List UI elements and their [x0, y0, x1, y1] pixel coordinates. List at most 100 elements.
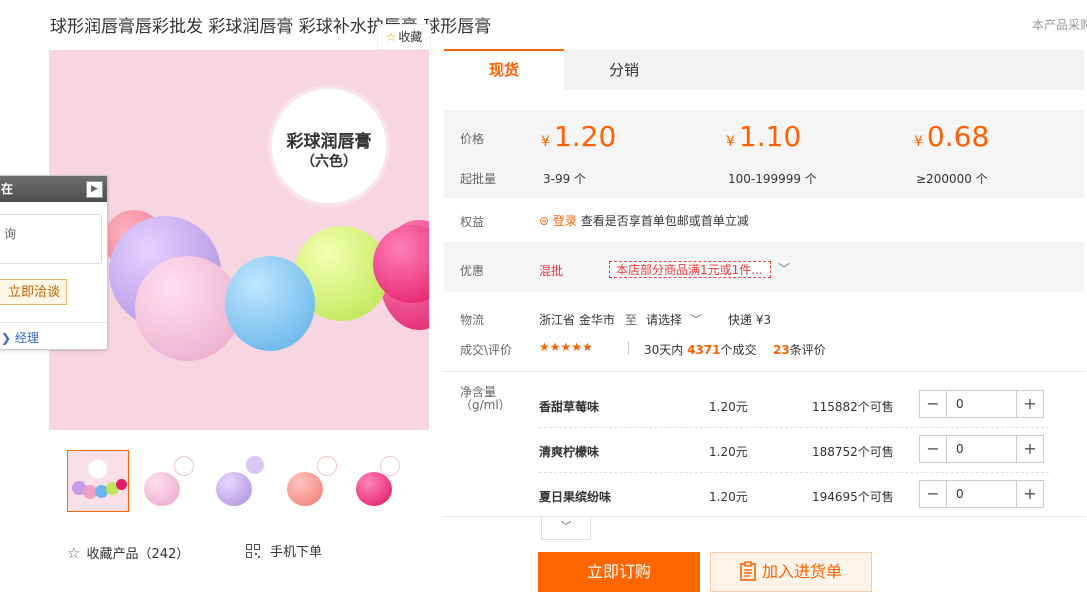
chevron-down-icon: ﹀ [560, 520, 572, 533]
tab-in-stock[interactable]: 现货 [444, 49, 564, 90]
chat-message-box[interactable]: 询 [0, 214, 102, 264]
star-icon: ☆ [385, 30, 397, 44]
chevron-down-icon: ﹀ [690, 313, 703, 327]
sku-name: 清爽柠檬味 [539, 445, 600, 459]
quantity-input[interactable]: 0 [956, 487, 964, 501]
chat-box-text: 询 [4, 227, 17, 241]
chevron-down-icon[interactable]: ﹀ [778, 260, 790, 277]
qr-code-icon [246, 544, 260, 558]
promo-type: 混批 [539, 264, 564, 278]
person-icon: ❯ [1, 331, 15, 345]
minus-button[interactable]: − [920, 391, 947, 417]
thumb-ball [88, 459, 108, 479]
reviews-count: 23 [773, 343, 790, 357]
sku-name: 夏日果缤纷味 [539, 490, 612, 504]
tier-3-qty: ≥200000 个 [916, 172, 988, 186]
favorite-product-link[interactable]: ☆ 收藏产品（242） [67, 543, 189, 562]
spec-label: 净含量 （g/ml） [460, 385, 511, 412]
logistics-to: 至 [625, 313, 638, 327]
currency-symbol: ¥ [726, 134, 735, 150]
thumb-ball [356, 472, 392, 506]
lip-balm-ball-pink [135, 256, 240, 361]
add-to-cart-label: 加入进货单 [761, 562, 842, 581]
image-badge: 彩球润唇膏 （六色） [271, 88, 387, 204]
thumbnail-2[interactable] [138, 450, 198, 510]
lip-balm-ball-blue [225, 256, 315, 351]
sku-price: 1.20元 [709, 400, 748, 414]
coupon-icon: ⊜ [539, 214, 550, 228]
benefit-row: ⊜ 登录 查看是否享首单包邮或首单立减 [539, 212, 749, 229]
reviews-link[interactable]: 23条评价 [773, 341, 826, 358]
quantity-input[interactable]: 0 [956, 442, 964, 456]
clipboard-icon [740, 561, 756, 581]
star-icon: ☆ [67, 544, 81, 562]
divider [0, 322, 107, 323]
tab-distribution[interactable]: 分销 [564, 50, 684, 90]
buy-now-button[interactable]: 立即订购 [538, 552, 700, 592]
rating-stars: ★★★★★ [539, 340, 593, 354]
destination-select[interactable]: 请选择 ﹀ [646, 311, 702, 328]
manager-label: 经理 [14, 331, 39, 345]
minus-button[interactable]: − [920, 436, 947, 462]
sku-stock: 194695个可售 [812, 490, 894, 504]
divider [444, 516, 1084, 517]
logistics-label: 物流 [460, 313, 485, 327]
sku-name: 香甜草莓味 [539, 400, 600, 414]
thumb-ball [287, 472, 323, 506]
quantity-input[interactable]: 0 [956, 397, 964, 411]
thumbnail-1[interactable] [67, 450, 129, 512]
tier-3-price-value: 0.68 [926, 120, 990, 153]
plus-button[interactable]: + [1016, 436, 1043, 462]
sku-price: 1.20元 [709, 490, 748, 504]
minus-button[interactable]: − [920, 481, 947, 507]
thumbnail-4[interactable] [281, 450, 341, 510]
manager-link[interactable]: ❯ 经理 [1, 329, 39, 346]
promo-tag[interactable]: 本店部分商品满1元或1件... [609, 261, 771, 278]
thumbnail-5[interactable] [352, 450, 412, 510]
sku-stock: 188752个可售 [812, 445, 894, 459]
thumb-ball [216, 472, 252, 506]
thumb-ball [144, 472, 180, 506]
plus-button[interactable]: + [1016, 391, 1043, 417]
shipping-fee: 快递 ¥3 [728, 313, 772, 327]
promo-label: 优惠 [460, 264, 485, 278]
mobile-order-link[interactable]: 手机下单 [246, 541, 322, 560]
tier-2-price-value: 1.10 [738, 120, 802, 153]
expand-more-button[interactable]: ﹀ [541, 517, 591, 540]
top-note: 本产品采购 [1032, 18, 1087, 32]
tier-3-price: ¥0.68 [914, 120, 989, 153]
thumb-badge [174, 456, 194, 476]
price-label: 价格 [460, 132, 485, 146]
tier-1-price: ¥1.20 [541, 120, 616, 153]
chevron-right-icon[interactable]: ▶ [86, 181, 103, 198]
quantity-stepper: − 0 + [919, 390, 1044, 418]
divider [444, 371, 1084, 372]
benefit-text: 查看是否享首单包邮或首单立减 [580, 214, 749, 228]
sku-stock: 115882个可售 [812, 400, 894, 414]
deals-days: 30天内 [644, 343, 684, 357]
currency-symbol: ¥ [541, 134, 550, 150]
plus-button[interactable]: + [1016, 481, 1043, 507]
start-chat-button[interactable]: 立即洽谈 [0, 279, 67, 305]
currency-symbol: ¥ [914, 134, 923, 150]
favorite-button[interactable]: ☆ 收藏 [377, 24, 431, 50]
chat-header: 在线 ▶ [0, 176, 107, 222]
sku-price: 1.20元 [709, 445, 748, 459]
thumbnail-3[interactable] [210, 450, 270, 510]
tier-1-qty: 3-99 个 [543, 172, 587, 186]
destination-select-label: 请选择 [646, 313, 683, 327]
benefit-label: 权益 [460, 215, 485, 229]
divider [628, 341, 629, 355]
deals-count-unit: 个成交 [720, 343, 757, 357]
divider [539, 427, 1049, 429]
add-to-cart-button[interactable]: 加入进货单 [710, 552, 872, 592]
login-link[interactable]: 登录 [553, 214, 577, 228]
thumb-badge [317, 456, 337, 476]
badge-title: 彩球润唇膏 [286, 132, 372, 152]
chat-widget: 在线 ▶ 询 立即洽谈 ❯ 经理 [0, 175, 108, 350]
tier-2-price: ¥1.10 [726, 120, 801, 153]
favorite-label: 收藏 [398, 30, 423, 44]
favorite-product-label: 收藏产品（242） [86, 547, 190, 562]
thumb-ball [116, 479, 127, 490]
mobile-order-label: 手机下单 [270, 545, 323, 560]
